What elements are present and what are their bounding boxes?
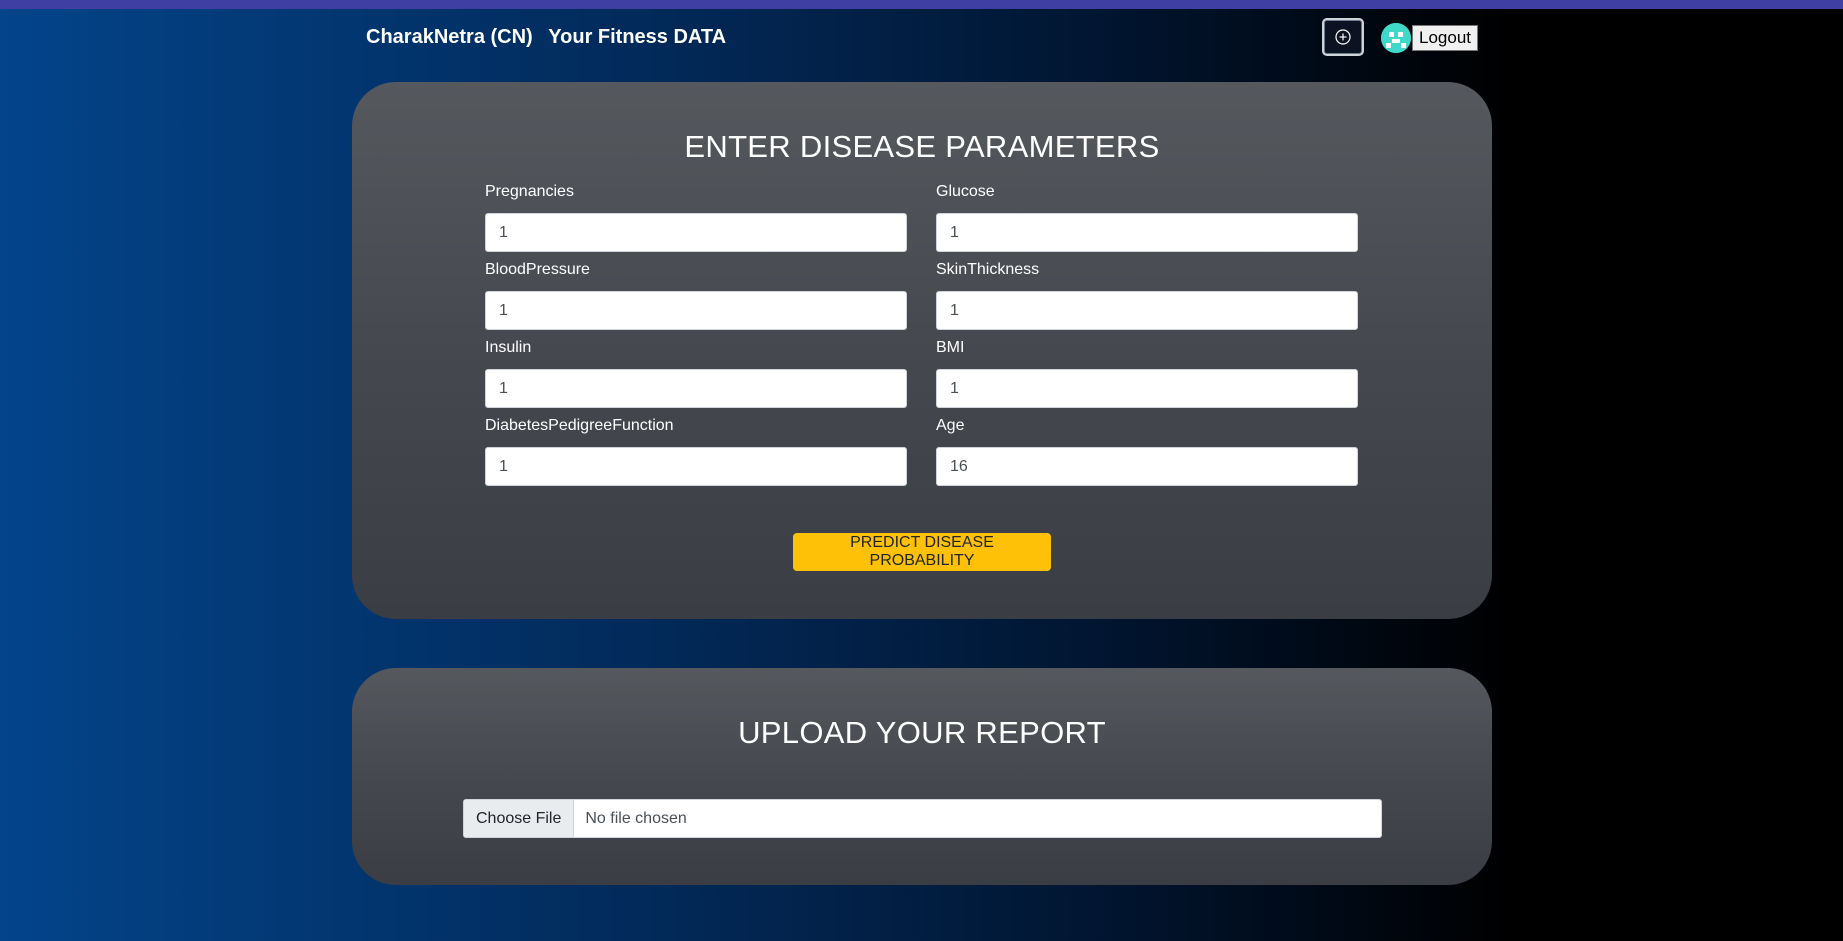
choose-file-button[interactable]: Choose File [464, 800, 575, 837]
form-title: ENTER DISEASE PARAMETERS [684, 129, 1160, 164]
file-status: No file chosen [585, 810, 687, 827]
plus-circle-icon [1335, 29, 1351, 45]
bloodpressure-input[interactable] [485, 291, 907, 330]
upload-title: UPLOAD YOUR REPORT [738, 715, 1106, 750]
avatar[interactable] [1381, 23, 1411, 53]
pregnancies-label: Pregnancies [485, 183, 574, 200]
upload-report-card: UPLOAD YOUR REPORT Choose File No file c… [352, 668, 1492, 885]
glucose-label: Glucose [936, 183, 995, 200]
bmi-input[interactable] [936, 369, 1358, 408]
avatar-icon [1381, 23, 1411, 53]
brand-subtitle[interactable]: Your Fitness DATA [548, 26, 726, 48]
skinthickness-input[interactable] [936, 291, 1358, 330]
file-input[interactable]: Choose File No file chosen [463, 799, 1382, 838]
age-input[interactable] [936, 447, 1358, 486]
logout-button[interactable]: Logout [1412, 25, 1478, 51]
bloodpressure-label: BloodPressure [485, 261, 590, 278]
skinthickness-label: SkinThickness [936, 261, 1040, 278]
diabetespedigreefunction-input[interactable] [485, 447, 907, 486]
top-strip [0, 0, 1843, 9]
predict-button[interactable]: PREDICT DISEASE PROBABILITY [793, 533, 1051, 571]
add-button[interactable] [1322, 18, 1364, 56]
insulin-input[interactable] [485, 369, 907, 408]
pregnancies-input[interactable] [485, 213, 907, 252]
glucose-input[interactable] [936, 213, 1358, 252]
age-label: Age [936, 417, 965, 434]
brand-name[interactable]: CharakNetra (CN) [366, 26, 533, 48]
disease-parameters-card: ENTER DISEASE PARAMETERS Pregnancies Glu… [352, 82, 1492, 619]
insulin-label: Insulin [485, 339, 532, 356]
navbar-brand[interactable]: CharakNetra (CN) Your Fitness DATA [366, 26, 726, 49]
diabetespedigreefunction-label: DiabetesPedigreeFunction [485, 417, 674, 434]
bmi-label: BMI [936, 339, 965, 356]
